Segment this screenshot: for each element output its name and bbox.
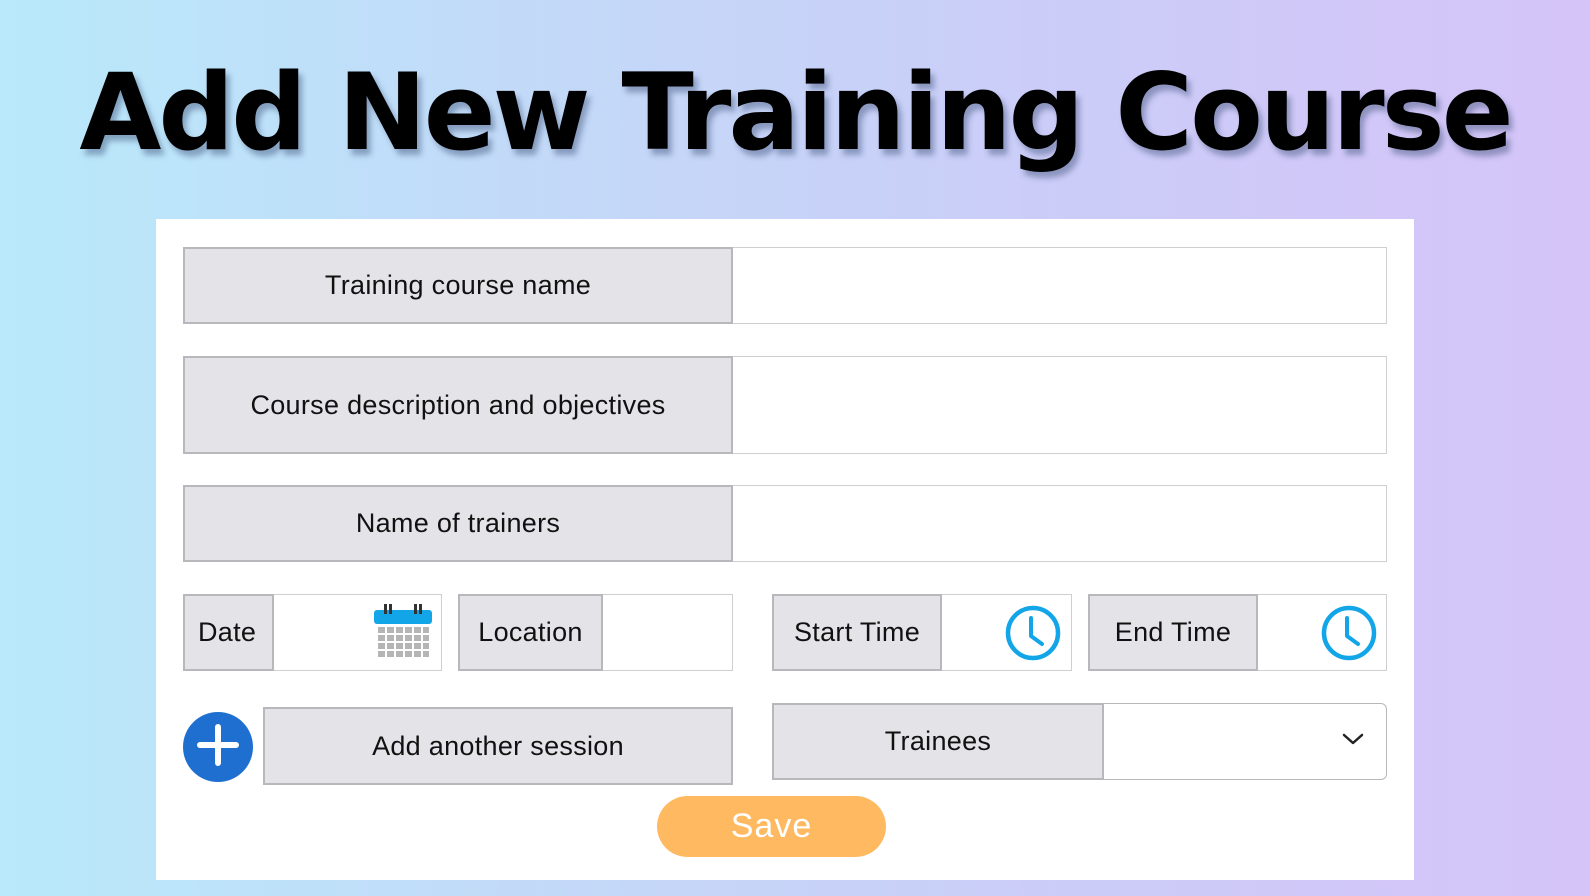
trainees-label: Trainees [772,703,1104,780]
page-title: Add New Training Course [79,51,1513,174]
description-input[interactable] [733,356,1387,454]
trainers-label: Name of trainers [183,485,733,562]
chevron-down-icon [1342,732,1364,751]
date-label: Date [183,594,274,671]
training-course-form: Training course name Course description … [156,219,1414,880]
course-name-label: Training course name [183,247,733,324]
location-input[interactable] [603,594,733,671]
save-button[interactable]: Save [657,796,886,857]
clock-icon[interactable] [1004,604,1062,667]
end-time-input[interactable] [1258,594,1387,671]
add-session-button[interactable]: Add another session [263,707,733,785]
calendar-icon[interactable] [373,602,433,663]
start-time-input[interactable] [942,594,1072,671]
course-name-input[interactable] [733,247,1387,324]
plus-circle-icon [196,723,240,772]
trainers-input[interactable] [733,485,1387,562]
location-label: Location [458,594,603,671]
end-time-label: End Time [1088,594,1258,671]
trainees-dropdown[interactable] [1104,703,1387,780]
date-input[interactable] [274,594,442,671]
description-label: Course description and objectives [183,356,733,454]
clock-icon[interactable] [1320,604,1378,667]
add-session-plus-button[interactable] [183,712,253,782]
start-time-label: Start Time [772,594,942,671]
